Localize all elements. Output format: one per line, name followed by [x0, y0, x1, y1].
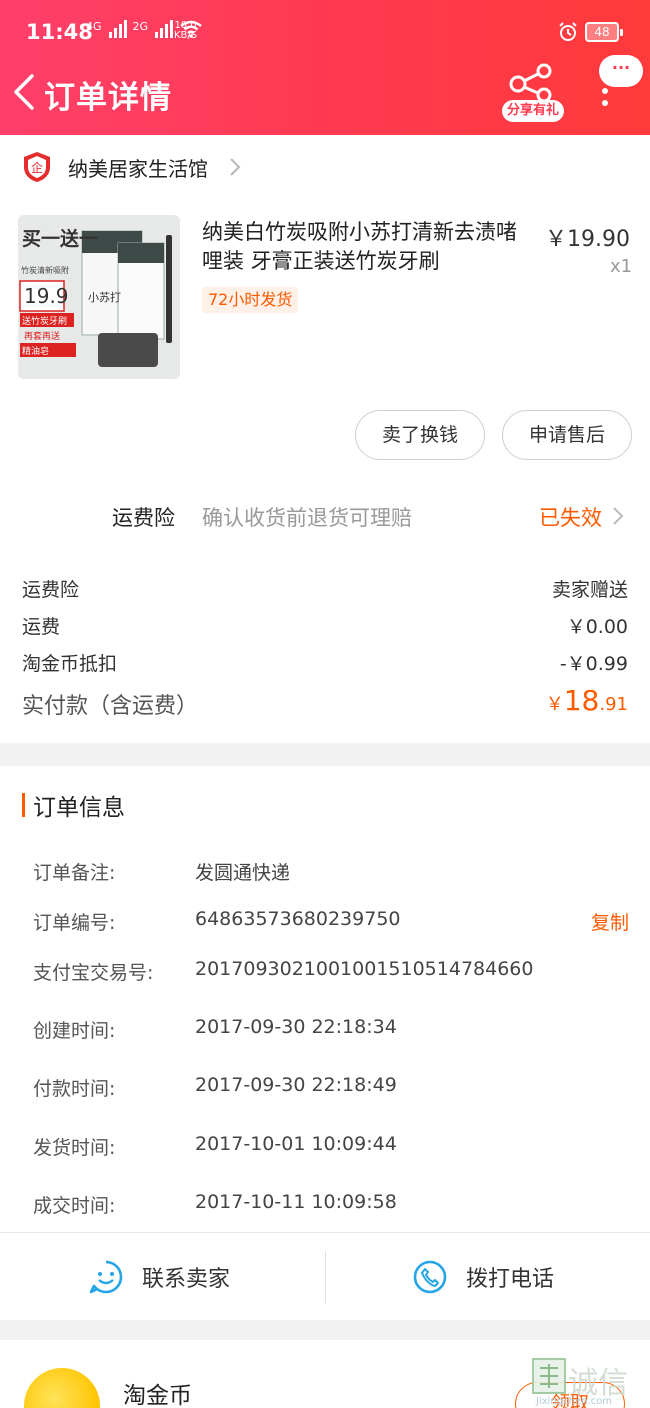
title-accent-bar: [22, 793, 25, 817]
fee-row: 淘金币抵扣 -￥0.99: [22, 649, 628, 677]
contact-seller-button[interactable]: 联系卖家: [88, 1233, 230, 1321]
product-thumbnail: 买一送一 19.9 送竹炭牙刷 再套再送 精油皂 竹炭清新吸附 小苏打: [18, 215, 180, 379]
svg-text:精油皂: 精油皂: [22, 345, 49, 357]
chevron-right-icon: [613, 507, 624, 525]
total-amount: ￥18.91: [545, 684, 628, 717]
signal-bars-icon: [155, 20, 174, 38]
site-watermark: 诚信 Jixingchen.com: [530, 1356, 650, 1408]
back-arrow-icon[interactable]: [10, 70, 42, 114]
info-row-order-number: 订单编号: 64863573680239750 复制: [33, 908, 629, 935]
fee-value: 卖家赠送: [551, 579, 628, 601]
order-info-header: 订单信息: [22, 790, 125, 821]
info-row-shipped: 发货时间: 2017-10-01 10:09:44: [33, 1133, 397, 1159]
svg-text:送竹炭牙刷: 送竹炭牙刷: [22, 315, 67, 327]
svg-text:企: 企: [31, 160, 43, 175]
signal-2g-label: 2G: [132, 20, 149, 33]
app-header: 11:48 4G 2G 10.0 KB/S 48 订单详情 分享有礼 ···: [0, 0, 650, 135]
svg-text:买一送一: 买一送一: [22, 227, 98, 250]
more-menu-icon[interactable]: [602, 88, 610, 112]
fee-row: 运费 ￥0.00: [22, 612, 628, 640]
call-phone-label: 拨打电话: [466, 1267, 555, 1292]
share-icon: [509, 63, 552, 103]
fee-value: -￥0.99: [559, 653, 628, 675]
enterprise-shield-icon: 企: [24, 152, 50, 182]
divider: [325, 1251, 326, 1303]
fee-label: 运费险: [22, 579, 80, 601]
network-speed: 10.0 KB/S: [174, 20, 198, 41]
share-button[interactable]: 分享有礼: [500, 62, 566, 124]
contact-bar: 联系卖家 拨打电话: [0, 1232, 650, 1320]
product-price: ￥19.90: [545, 227, 630, 252]
fee-row: 运费险 卖家赠送: [22, 575, 628, 603]
after-sale-button[interactable]: 申请售后: [502, 410, 632, 460]
svg-text:小苏打: 小苏打: [88, 290, 121, 304]
message-bubble-icon[interactable]: ···: [599, 55, 643, 87]
info-row-created: 创建时间: 2017-09-30 22:18:34: [33, 1016, 397, 1042]
battery-icon: 48: [585, 22, 623, 42]
insurance-name: 运费险: [112, 506, 175, 530]
coin-icon: [24, 1368, 100, 1408]
page-title: 订单详情: [44, 80, 172, 116]
fee-value: ￥0.00: [566, 616, 628, 638]
chat-smile-icon: [89, 1260, 123, 1294]
status-time: 11:48: [26, 20, 93, 44]
shipping-insurance-row[interactable]: 运费险 确认收货前退货可理赔 已失效: [112, 500, 632, 534]
product-quantity: x1: [610, 256, 633, 277]
info-row-note: 订单备注: 发圆通快递: [33, 862, 291, 884]
insurance-desc: 确认收货前退货可理赔: [202, 506, 412, 530]
copy-button[interactable]: 复制: [591, 908, 629, 935]
shipping-tag: 72小时发货: [202, 287, 299, 313]
taojinbi-label: 淘金币: [123, 1383, 192, 1408]
resell-button[interactable]: 卖了换钱: [355, 410, 485, 460]
phone-icon: [413, 1260, 447, 1294]
signal-bars-icon: [108, 20, 127, 38]
svg-text:竹炭清新吸附: 竹炭清新吸附: [21, 265, 69, 275]
chevron-right-icon: [230, 158, 241, 176]
share-label: 分享有礼: [502, 100, 564, 122]
shop-name: 纳美居家生活馆: [68, 156, 208, 181]
product-title[interactable]: 纳美白竹炭吸附小苏打清新去渍啫哩装 牙膏正装送竹炭牙刷: [202, 218, 532, 276]
contact-seller-label: 联系卖家: [142, 1267, 231, 1292]
order-info-title: 订单信息: [33, 795, 125, 821]
order-info-card: [0, 766, 650, 1232]
shop-link[interactable]: 企 纳美居家生活馆: [22, 150, 242, 184]
watermark-logo-icon: [532, 1358, 566, 1394]
call-phone-button[interactable]: 拨打电话: [412, 1233, 554, 1321]
info-row-alipay-number: 支付宝交易号: 2017093021001001510514784660: [33, 958, 534, 984]
info-row-paid: 付款时间: 2017-09-30 22:18:49: [33, 1074, 397, 1100]
fee-label: 运费: [22, 616, 61, 638]
product-image[interactable]: 买一送一 19.9 送竹炭牙刷 再套再送 精油皂 竹炭清新吸附 小苏打: [18, 215, 180, 379]
alarm-icon: [559, 22, 577, 41]
fee-label: 淘金币抵扣: [22, 653, 118, 675]
signal-4g-label: 4G: [86, 20, 102, 33]
total-label: 实付款（含运费）: [22, 694, 199, 719]
status-bar: 11:48 4G 2G 10.0 KB/S 48: [0, 0, 650, 64]
svg-text:19.9: 19.9: [24, 284, 69, 308]
svg-text:再套再送: 再套再送: [24, 330, 60, 342]
info-row-completed: 成交时间: 2017-10-11 10:09:58: [33, 1191, 397, 1217]
insurance-status: 已失效: [539, 506, 602, 530]
